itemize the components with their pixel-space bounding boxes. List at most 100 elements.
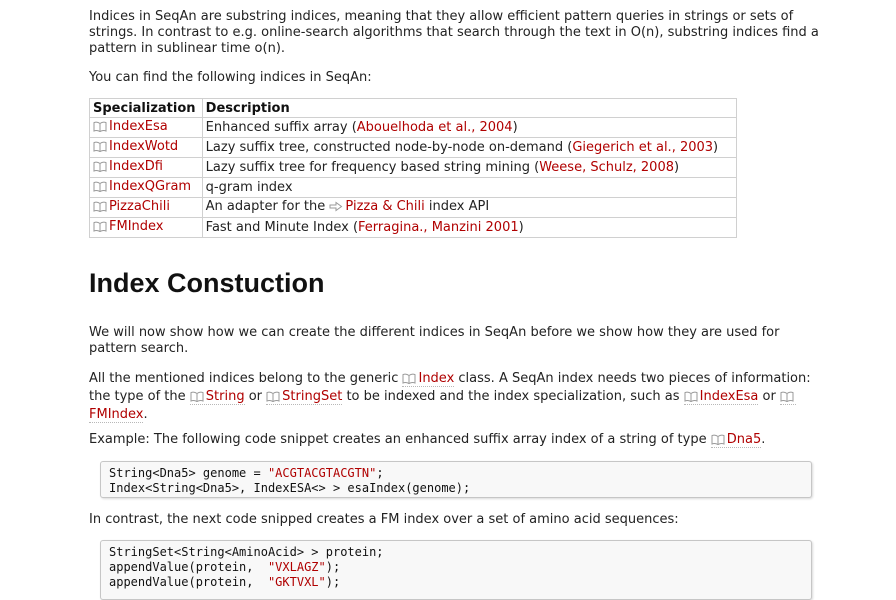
spec-link[interactable]: FMIndex [93, 219, 163, 234]
spec-link[interactable]: IndexWotd [93, 139, 178, 154]
section-heading: Index Constuction [89, 268, 325, 298]
spec-label: FMIndex [109, 219, 164, 234]
book-icon [402, 373, 416, 389]
code-text: ); [325, 560, 341, 574]
specialization-cell: IndexQGram [89, 177, 203, 198]
description-cell: Enhanced suffix array (Abouelhoda et al.… [201, 117, 738, 138]
table-row: FMIndex Fast and Minute Index (Ferragina.… [89, 217, 738, 238]
code-block-esa[interactable]: String<Dna5> genome = "ACGTACGTACGTN"; I… [100, 461, 812, 498]
link-stringset[interactable]: StringSet [266, 389, 343, 407]
code-text: appendValue(protein, [109, 560, 268, 574]
description-text: ) [674, 160, 680, 175]
description-cell: q-gram index [201, 177, 738, 198]
reference-link[interactable]: Weese, Schulz, 2008 [539, 160, 674, 175]
table-row: IndexQGram q-gram index [89, 177, 738, 198]
book-icon [93, 181, 107, 196]
book-icon [93, 221, 107, 236]
link-string[interactable]: String [189, 389, 245, 407]
book-icon [93, 201, 107, 216]
table-row: PizzaChili An adapter for the Pizza & Chi… [89, 197, 738, 218]
reference-link[interactable]: Abouelhoda et al., 2004 [357, 120, 513, 135]
col-specialization: Specialization [89, 98, 203, 118]
code-text: ); [325, 575, 341, 589]
external-link[interactable]: Pizza & Chili [329, 199, 425, 216]
link-label: Index [418, 371, 455, 386]
spec-label: IndexWotd [109, 139, 179, 154]
description-text: q-gram index [205, 180, 293, 195]
description-cell: Lazy suffix tree for frequency based str… [201, 157, 738, 178]
reference-link[interactable]: Ferragina., Manzini 2001 [358, 220, 519, 235]
description-cell: Lazy suffix tree, constructed node-by-no… [201, 137, 738, 158]
indices-table: Specialization Description IndexEsa Enhan… [89, 98, 738, 238]
example-paragraph: Example: The following code snippet crea… [89, 432, 765, 450]
description-text: ) [518, 220, 524, 235]
description-cell: An adapter for the Pizza & Chili index A… [201, 197, 738, 218]
book-icon [93, 161, 107, 176]
section-paragraph-1: We will now show how we can create the d… [89, 325, 780, 356]
link-indexesa[interactable]: IndexEsa [683, 389, 759, 407]
spec-link[interactable]: PizzaChili [93, 199, 170, 214]
book-icon [266, 391, 280, 407]
book-icon [190, 391, 204, 407]
link-label: IndexEsa [699, 389, 759, 404]
specialization-cell: PizzaChili [89, 197, 203, 218]
table-header-row: Specialization Description [89, 98, 738, 118]
book-icon [684, 391, 698, 407]
spec-label: IndexDfi [109, 159, 163, 174]
book-icon [711, 434, 725, 450]
text-span: All the mentioned indices belong to the … [89, 371, 403, 386]
code-block-fm[interactable]: StringSet<String<AminoAcid> > protein; a… [100, 540, 812, 600]
link-index[interactable]: Index [402, 371, 455, 389]
link-label: String [205, 389, 245, 404]
indices-intro: You can find the following indices in Se… [89, 70, 372, 85]
reference-link[interactable]: Giegerich et al., 2003 [572, 140, 713, 155]
intro-paragraph: Indices in SeqAn are substring indices, … [89, 9, 819, 56]
description-text: index API [424, 199, 490, 214]
table-row: IndexDfi Lazy suffix tree for frequency b… [89, 157, 738, 178]
code-string: "VXLAGZ" [267, 560, 326, 574]
description-text: ) [512, 120, 518, 135]
table-row: IndexEsa Enhanced suffix array (Abouelhod… [89, 117, 738, 138]
arrow-right-icon [329, 201, 343, 216]
link-label: FMIndex [89, 407, 144, 422]
spec-label: IndexEsa [109, 119, 168, 134]
book-icon [93, 121, 107, 136]
text-span: Example: The following code snippet crea… [89, 432, 711, 447]
contrast-paragraph: In contrast, the next code snipped creat… [89, 512, 679, 527]
spec-link[interactable]: IndexQGram [93, 179, 191, 194]
code-text: Index<String<Dna5>, IndexESA<> > esaInde… [109, 481, 471, 495]
book-icon [93, 141, 107, 156]
code-text: appendValue(protein, [109, 575, 268, 589]
external-link-label: Pizza & Chili [345, 199, 425, 214]
text-span: . [143, 407, 148, 422]
text-span: or [244, 389, 267, 404]
link-dna5[interactable]: Dna5 [710, 432, 762, 450]
spec-label: PizzaChili [109, 199, 170, 214]
description-cell: Fast and Minute Index (Ferragina., Manzi… [201, 217, 738, 238]
table-row: IndexWotd Lazy suffix tree, constructed n… [89, 137, 738, 158]
text-span: or [758, 389, 780, 404]
description-text: Fast and Minute Index ( [205, 220, 359, 235]
code-string: "ACGTACGTACGTN" [267, 466, 377, 480]
description-text: ) [713, 140, 719, 155]
section-paragraph-2: All the mentioned indices belong to the … [89, 371, 819, 423]
description-text: An adapter for the [205, 199, 330, 214]
spec-link[interactable]: IndexDfi [93, 159, 163, 174]
col-description: Description [201, 98, 738, 118]
specialization-cell: FMIndex [89, 217, 203, 238]
description-text: Enhanced suffix array ( [205, 120, 357, 135]
book-icon [780, 391, 794, 407]
code-text: StringSet<String<AminoAcid> > protein; [109, 545, 384, 559]
specialization-cell: IndexWotd [89, 137, 203, 158]
text-span: to be indexed and the index specializati… [342, 389, 684, 404]
specialization-cell: IndexEsa [89, 117, 203, 138]
link-label: StringSet [282, 389, 343, 404]
link-label: Dna5 [726, 432, 762, 447]
spec-link[interactable]: IndexEsa [93, 119, 168, 134]
code-text: ; [376, 466, 384, 480]
text-span: . [761, 432, 766, 447]
specialization-cell: IndexDfi [89, 157, 203, 178]
code-text: String<Dna5> genome = [109, 466, 268, 480]
code-string: "GKTVXL" [267, 575, 326, 589]
description-text: Lazy suffix tree, constructed node-by-no… [205, 140, 573, 155]
